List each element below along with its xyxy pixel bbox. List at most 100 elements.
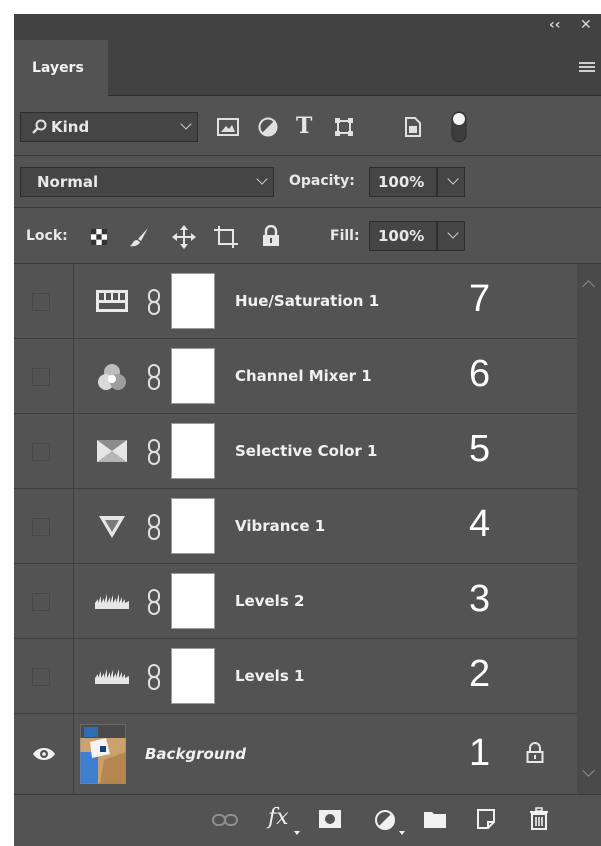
- blend-mode-value: Normal: [37, 173, 99, 191]
- new-group-icon[interactable]: [423, 809, 447, 829]
- panel-menu-icon[interactable]: [579, 62, 595, 74]
- layer-list-scrollbar[interactable]: [577, 264, 601, 794]
- visibility-column: [14, 414, 74, 488]
- layers-panel: ‹‹ ✕ Layers Kind T Normal Opacity: 100% …: [14, 14, 601, 846]
- layer-row[interactable]: Levels 1 2: [14, 639, 577, 714]
- visibility-toggle[interactable]: [32, 518, 50, 536]
- levels-icon: [95, 594, 129, 609]
- visibility-toggle[interactable]: [32, 368, 50, 386]
- tab-layers[interactable]: Layers: [14, 40, 108, 96]
- filter-toggle-icon[interactable]: [450, 110, 468, 144]
- link-icon[interactable]: [146, 438, 162, 466]
- panel-title-bar: ‹‹ ✕: [14, 14, 601, 40]
- link-icon[interactable]: [146, 363, 162, 391]
- opacity-dropdown-button[interactable]: [437, 167, 465, 197]
- layer-name[interactable]: Levels 2: [235, 592, 304, 610]
- lock-position-icon[interactable]: [172, 225, 196, 249]
- panel-tab-bar: Layers: [14, 40, 601, 96]
- lock-icon[interactable]: [526, 742, 544, 764]
- eye-icon[interactable]: [32, 746, 56, 762]
- search-icon: [32, 119, 47, 134]
- layer-row-background[interactable]: Background 1: [14, 714, 577, 794]
- layer-mask-thumbnail[interactable]: [171, 573, 215, 629]
- layer-mask-thumbnail[interactable]: [171, 498, 215, 554]
- new-adjustment-icon[interactable]: [374, 809, 396, 831]
- layer-mask-thumbnail[interactable]: [171, 648, 215, 704]
- link-icon[interactable]: [146, 513, 162, 541]
- close-icon[interactable]: ✕: [580, 17, 592, 33]
- selective-color-icon: [97, 440, 127, 462]
- layer-row[interactable]: Vibrance 1 4: [14, 489, 577, 564]
- blend-row: Normal Opacity: 100%: [14, 156, 601, 208]
- chevron-down-icon: [180, 118, 192, 130]
- fill-dropdown-button[interactable]: [437, 221, 465, 251]
- layer-name[interactable]: Channel Mixer 1: [235, 367, 372, 385]
- layer-name[interactable]: Background: [145, 745, 246, 763]
- caret-icon: [399, 831, 405, 835]
- layer-name[interactable]: Selective Color 1: [235, 442, 378, 460]
- hue-saturation-icon: [96, 290, 128, 312]
- lock-label: Lock:: [26, 228, 68, 244]
- lock-all-icon[interactable]: [262, 225, 280, 247]
- layer-name[interactable]: Hue/Saturation 1: [235, 292, 379, 310]
- visibility-column: [14, 639, 74, 713]
- layer-name[interactable]: Vibrance 1: [235, 517, 325, 535]
- fill-input[interactable]: 100%: [369, 221, 437, 251]
- chevron-down-icon: [447, 227, 459, 239]
- visibility-toggle[interactable]: [32, 443, 50, 461]
- double-chevron-left-icon[interactable]: ‹‹: [549, 17, 561, 33]
- visibility-toggle[interactable]: [32, 293, 50, 311]
- new-layer-icon[interactable]: [476, 808, 496, 830]
- fill-label: Fill:: [330, 228, 360, 244]
- blend-mode-dropdown[interactable]: Normal: [20, 167, 274, 197]
- layer-mask-thumbnail[interactable]: [171, 273, 215, 329]
- layer-name[interactable]: Levels 1: [235, 667, 304, 685]
- layer-mask-thumbnail[interactable]: [171, 423, 215, 479]
- layer-row[interactable]: Levels 2 3: [14, 564, 577, 639]
- link-icon[interactable]: [146, 288, 162, 316]
- visibility-column: [14, 489, 74, 563]
- channel-mixer-icon: [98, 364, 126, 390]
- layer-number: 3: [469, 578, 491, 620]
- smart-object-filter-icon[interactable]: [404, 116, 422, 138]
- pixel-filter-icon[interactable]: [217, 118, 239, 136]
- adjustment-filter-icon[interactable]: [258, 117, 278, 137]
- opacity-input[interactable]: 100%: [369, 167, 437, 197]
- opacity-label: Opacity:: [289, 173, 355, 189]
- layer-row[interactable]: Hue/Saturation 1 7: [14, 264, 577, 339]
- visibility-column: [14, 564, 74, 638]
- lock-row: Lock: Fill: 100%: [14, 208, 601, 264]
- add-mask-icon[interactable]: [318, 809, 342, 829]
- layer-number: 5: [469, 428, 491, 470]
- filter-row: Kind T: [14, 96, 601, 156]
- shape-filter-icon[interactable]: [334, 117, 354, 137]
- chevron-down-icon[interactable]: [582, 764, 595, 777]
- chevron-up-icon[interactable]: [582, 280, 595, 293]
- lock-transparent-icon[interactable]: [90, 228, 108, 246]
- layer-number: 4: [469, 503, 491, 545]
- layer-row[interactable]: Channel Mixer 1 6: [14, 339, 577, 414]
- background-thumbnail[interactable]: [80, 724, 126, 784]
- link-layers-icon[interactable]: [212, 813, 238, 827]
- fx-icon[interactable]: fx: [268, 805, 289, 830]
- layer-number: 7: [469, 278, 491, 320]
- lock-artboard-icon[interactable]: [214, 226, 238, 248]
- link-icon[interactable]: [146, 588, 162, 616]
- kind-filter-dropdown[interactable]: Kind: [20, 112, 198, 142]
- opacity-value: 100%: [378, 173, 425, 191]
- fill-value: 100%: [378, 227, 425, 245]
- chevron-down-icon: [256, 173, 268, 185]
- vibrance-icon: [99, 516, 125, 538]
- layer-row[interactable]: Selective Color 1 5: [14, 414, 577, 489]
- layer-number: 1: [469, 732, 491, 774]
- layer-number: 2: [469, 653, 491, 695]
- layer-mask-thumbnail[interactable]: [171, 348, 215, 404]
- caret-icon: [294, 831, 300, 835]
- lock-image-icon[interactable]: [128, 226, 150, 248]
- type-filter-icon[interactable]: T: [296, 113, 312, 139]
- chevron-down-icon: [447, 173, 459, 185]
- visibility-toggle[interactable]: [32, 593, 50, 611]
- trash-icon[interactable]: [529, 807, 549, 831]
- visibility-toggle[interactable]: [32, 668, 50, 686]
- link-icon[interactable]: [146, 663, 162, 691]
